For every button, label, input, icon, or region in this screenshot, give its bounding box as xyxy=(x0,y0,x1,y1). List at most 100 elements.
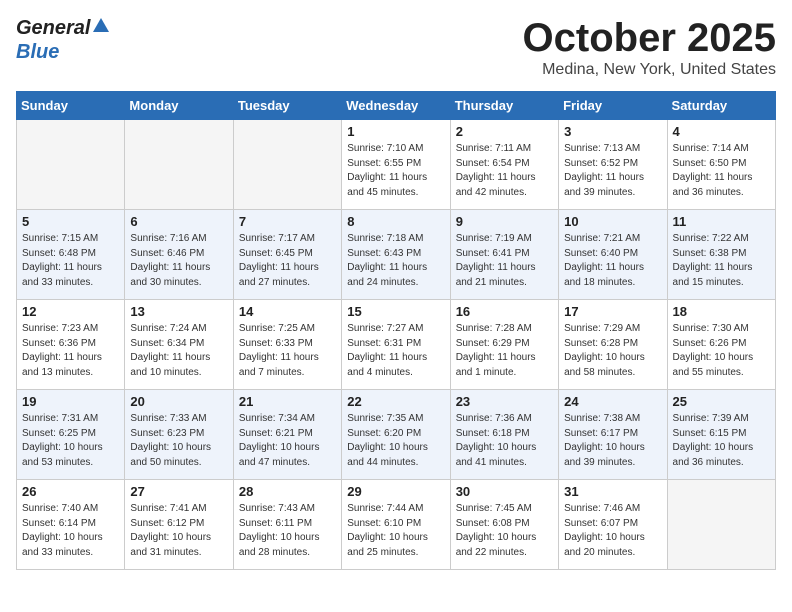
daylight-text: Daylight: 11 hours and 33 minutes. xyxy=(22,262,102,288)
sunset-text: Sunset: 6:26 PM xyxy=(673,338,747,349)
day-number: 15 xyxy=(347,304,444,319)
calendar-cell xyxy=(233,120,341,210)
calendar-table: SundayMondayTuesdayWednesdayThursdayFrid… xyxy=(16,91,776,570)
logo-triangle-icon xyxy=(91,16,111,41)
sunrise-text: Sunrise: 7:18 AM xyxy=(347,233,423,244)
calendar-cell: 5 Sunrise: 7:15 AMSunset: 6:48 PMDaylight… xyxy=(17,210,125,300)
sunset-text: Sunset: 6:33 PM xyxy=(239,338,313,349)
sunrise-text: Sunrise: 7:24 AM xyxy=(130,323,206,334)
daylight-text: Daylight: 10 hours and 41 minutes. xyxy=(456,442,537,468)
day-info: Sunrise: 7:45 AMSunset: 6:08 PMDaylight:… xyxy=(456,502,553,560)
day-info: Sunrise: 7:18 AMSunset: 6:43 PMDaylight:… xyxy=(347,232,444,290)
daylight-text: Daylight: 10 hours and 28 minutes. xyxy=(239,532,320,558)
day-number: 2 xyxy=(456,124,553,139)
sunrise-text: Sunrise: 7:19 AM xyxy=(456,233,532,244)
sunrise-text: Sunrise: 7:31 AM xyxy=(22,413,98,424)
day-number: 7 xyxy=(239,214,336,229)
sunset-text: Sunset: 6:08 PM xyxy=(456,518,530,529)
calendar-cell: 11Sunrise: 7:22 AMSunset: 6:38 PMDayligh… xyxy=(667,210,775,300)
day-number: 14 xyxy=(239,304,336,319)
day-number: 21 xyxy=(239,394,336,409)
sunrise-text: Sunrise: 7:21 AM xyxy=(564,233,640,244)
calendar-cell: 2Sunrise: 7:11 AMSunset: 6:54 PMDaylight… xyxy=(450,120,558,210)
day-info: Sunrise: 7:19 AMSunset: 6:41 PMDaylight:… xyxy=(456,232,553,290)
day-info: Sunrise: 7:30 AMSunset: 6:26 PMDaylight:… xyxy=(673,322,770,380)
sunrise-text: Sunrise: 7:23 AM xyxy=(22,323,98,334)
sunrise-text: Sunrise: 7:41 AM xyxy=(130,503,206,514)
daylight-text: Daylight: 10 hours and 53 minutes. xyxy=(22,442,103,468)
day-info: Sunrise: 7:36 AMSunset: 6:18 PMDaylight:… xyxy=(456,412,553,470)
calendar-cell: 28Sunrise: 7:43 AMSunset: 6:11 PMDayligh… xyxy=(233,480,341,570)
calendar-cell: 14Sunrise: 7:25 AMSunset: 6:33 PMDayligh… xyxy=(233,300,341,390)
sunset-text: Sunset: 6:54 PM xyxy=(456,158,530,169)
daylight-text: Daylight: 11 hours and 27 minutes. xyxy=(239,262,319,288)
day-info: Sunrise: 7:34 AMSunset: 6:21 PMDaylight:… xyxy=(239,412,336,470)
daylight-text: Daylight: 10 hours and 39 minutes. xyxy=(564,442,645,468)
day-info: Sunrise: 7:44 AMSunset: 6:10 PMDaylight:… xyxy=(347,502,444,560)
day-number: 22 xyxy=(347,394,444,409)
day-number: 25 xyxy=(673,394,770,409)
calendar-week-row: 19 Sunrise: 7:31 AM Sunset: 6:25 PM Dayligh… xyxy=(17,390,776,480)
sunrise-text: Sunrise: 7:35 AM xyxy=(347,413,423,424)
sunset-text: Sunset: 6:40 PM xyxy=(564,248,638,259)
calendar-cell: 8Sunrise: 7:18 AMSunset: 6:43 PMDaylight… xyxy=(342,210,450,300)
weekday-header-sunday: Sunday xyxy=(17,92,125,120)
day-info: Sunrise: 7:39 AMSunset: 6:15 PMDaylight:… xyxy=(673,412,770,470)
calendar-cell: 20Sunrise: 7:33 AMSunset: 6:23 PMDayligh… xyxy=(125,390,233,480)
day-info: Sunrise: 7:29 AMSunset: 6:28 PMDaylight:… xyxy=(564,322,661,380)
calendar-cell: 23Sunrise: 7:36 AMSunset: 6:18 PMDayligh… xyxy=(450,390,558,480)
sunset-text: Sunset: 6:38 PM xyxy=(673,248,747,259)
day-number: 17 xyxy=(564,304,661,319)
sunrise-text: Sunrise: 7:38 AM xyxy=(564,413,640,424)
day-number: 19 xyxy=(22,394,119,409)
sunrise-text: Sunrise: 7:45 AM xyxy=(456,503,532,514)
day-info: Sunrise: 7:11 AMSunset: 6:54 PMDaylight:… xyxy=(456,142,553,200)
day-number: 24 xyxy=(564,394,661,409)
day-info: Sunrise: 7:14 AMSunset: 6:50 PMDaylight:… xyxy=(673,142,770,200)
day-info: Sunrise: 7:33 AMSunset: 6:23 PMDaylight:… xyxy=(130,412,227,470)
sunset-text: Sunset: 6:12 PM xyxy=(130,518,204,529)
sunset-text: Sunset: 6:20 PM xyxy=(347,428,421,439)
sunrise-text: Sunrise: 7:30 AM xyxy=(673,323,749,334)
sunset-text: Sunset: 6:21 PM xyxy=(239,428,313,439)
sunrise-text: Sunrise: 7:11 AM xyxy=(456,143,531,154)
daylight-text: Daylight: 10 hours and 33 minutes. xyxy=(22,532,103,558)
day-info: Sunrise: 7:41 AMSunset: 6:12 PMDaylight:… xyxy=(130,502,227,560)
sunrise-text: Sunrise: 7:28 AM xyxy=(456,323,532,334)
calendar-cell xyxy=(17,120,125,210)
daylight-text: Daylight: 10 hours and 25 minutes. xyxy=(347,532,428,558)
day-info: Sunrise: 7:13 AMSunset: 6:52 PMDaylight:… xyxy=(564,142,661,200)
calendar-cell: 22 Sunrise: 7:35 AM Sunset: 6:20 PM Dayligh… xyxy=(342,390,450,480)
calendar-cell: 21 Sunrise: 7:34 AMSunset: 6:21 PMDayligh… xyxy=(233,390,341,480)
sunrise-text: Sunrise: 7:36 AM xyxy=(456,413,532,424)
sunrise-text: Sunrise: 7:22 AM xyxy=(673,233,749,244)
sunrise-text: Sunrise: 7:40 AM xyxy=(22,503,98,514)
daylight-text: Daylight: 10 hours and 20 minutes. xyxy=(564,532,645,558)
calendar-cell: 31Sunrise: 7:46 AMSunset: 6:07 PMDayligh… xyxy=(559,480,667,570)
calendar-week-row: 1Sunrise: 7:10 AMSunset: 6:55 PMDaylight… xyxy=(17,120,776,210)
calendar-cell: 16Sunrise: 7:28 AMSunset: 6:29 PMDayligh… xyxy=(450,300,558,390)
day-info: Sunrise: 7:15 AMSunset: 6:48 PMDaylight:… xyxy=(22,232,119,290)
day-number: 5 xyxy=(22,214,119,229)
day-info: Sunrise: 7:22 AMSunset: 6:38 PMDaylight:… xyxy=(673,232,770,290)
day-number: 26 xyxy=(22,484,119,499)
calendar-cell: 4Sunrise: 7:14 AMSunset: 6:50 PMDaylight… xyxy=(667,120,775,210)
day-info: Sunrise: 7:21 AMSunset: 6:40 PMDaylight:… xyxy=(564,232,661,290)
daylight-text: Daylight: 11 hours and 24 minutes. xyxy=(347,262,427,288)
calendar-cell: 13Sunrise: 7:24 AMSunset: 6:34 PMDayligh… xyxy=(125,300,233,390)
sunset-text: Sunset: 6:07 PM xyxy=(564,518,638,529)
daylight-text: Daylight: 10 hours and 44 minutes. xyxy=(347,442,428,468)
calendar-cell xyxy=(667,480,775,570)
calendar-cell: 24 Sunrise: 7:38 AM Sunset: 6:17 PM Dayligh… xyxy=(559,390,667,480)
sunrise-text: Sunrise: 7:14 AM xyxy=(673,143,749,154)
location-subtitle: Medina, New York, United States xyxy=(523,61,776,79)
sunset-text: Sunset: 6:45 PM xyxy=(239,248,313,259)
sunrise-text: Sunrise: 7:15 AM xyxy=(22,233,98,244)
sunset-text: Sunset: 6:17 PM xyxy=(564,428,638,439)
day-info: Sunrise: 7:23 AMSunset: 6:36 PMDaylight:… xyxy=(22,322,119,380)
sunset-text: Sunset: 6:46 PM xyxy=(130,248,204,259)
day-info: Sunrise: 7:17 AMSunset: 6:45 PMDaylight:… xyxy=(239,232,336,290)
sunset-text: Sunset: 6:25 PM xyxy=(22,428,96,439)
daylight-text: Daylight: 11 hours and 45 minutes. xyxy=(347,172,427,198)
day-number: 6 xyxy=(130,214,227,229)
